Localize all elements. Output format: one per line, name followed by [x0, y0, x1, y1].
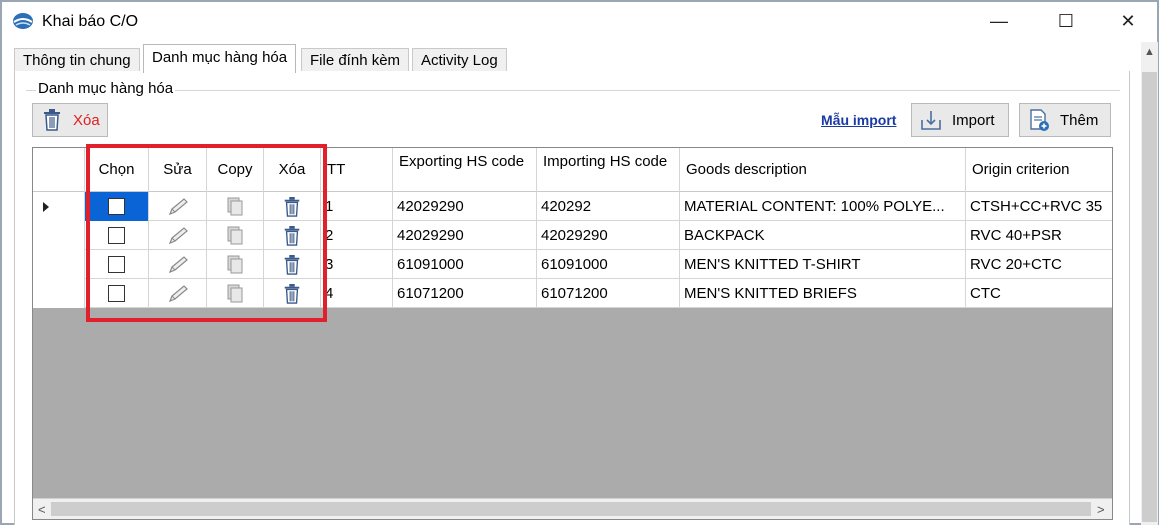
- cell-importing-hs: 42029290: [537, 221, 680, 250]
- cell-exporting-hs: 61091000: [393, 250, 537, 279]
- add-button-label: Thêm: [1060, 111, 1099, 129]
- group-legend: Danh mục hàng hóa: [36, 80, 176, 97]
- row-selector[interactable]: [33, 250, 85, 279]
- current-row-indicator: [43, 202, 49, 212]
- tab-attachments[interactable]: File đính kèm: [301, 48, 410, 72]
- cell-description: MEN'S KNITTED BRIEFS: [680, 279, 966, 308]
- header-importing-hs[interactable]: Importing HS code: [537, 148, 680, 192]
- header-exporting-hs[interactable]: Exporting HS code: [393, 148, 537, 192]
- cell-importing-hs: 61091000: [537, 250, 680, 279]
- cell-description: MATERIAL CONTENT: 100% POLYE...: [680, 192, 966, 221]
- cell-importing-hs: 61071200: [537, 279, 680, 308]
- maximize-button[interactable]: ☐: [1037, 2, 1095, 40]
- tab-goods-list[interactable]: Danh mục hàng hóa: [143, 44, 297, 73]
- cell-description: MEN'S KNITTED T-SHIRT: [680, 250, 966, 279]
- cell-no: 1: [321, 192, 393, 221]
- close-button[interactable]: ✕: [1099, 2, 1157, 40]
- title-bar: Khai báo C/O — ☐ ✕: [2, 2, 1157, 40]
- import-template-link[interactable]: Mẫu import: [821, 112, 896, 128]
- row-selector[interactable]: [33, 192, 85, 221]
- cell-origin: RVC 20+CTC: [970, 256, 1062, 273]
- scroll-up-icon[interactable]: ▲: [1144, 46, 1155, 58]
- horizontal-scroll-thumb[interactable]: [51, 502, 1091, 516]
- minimize-button[interactable]: —: [970, 2, 1028, 40]
- row-selector[interactable]: [33, 279, 85, 308]
- import-icon: [921, 111, 941, 130]
- window-title: Khai báo C/O: [42, 13, 139, 30]
- cell-origin: RVC 40+PSR: [970, 227, 1062, 244]
- cell-origin: CTC: [970, 285, 1001, 302]
- add-document-icon: [1030, 109, 1049, 131]
- cell-exporting-hs: 42029290: [393, 192, 537, 221]
- header-origin[interactable]: Origin criterion: [966, 148, 1112, 192]
- main-window: Khai báo C/O — ☐ ✕ Thông tin chung Danh …: [0, 0, 1159, 525]
- cell-exporting-hs: 61071200: [393, 279, 537, 308]
- app-globe-icon: [13, 13, 33, 29]
- scroll-right-icon[interactable]: >: [1097, 502, 1105, 517]
- header-row-selector: [33, 148, 85, 192]
- tab-activity-log[interactable]: Activity Log: [412, 48, 507, 72]
- cell-description: BACKPACK: [680, 221, 966, 250]
- cell-no: 3: [321, 250, 393, 279]
- horizontal-scrollbar[interactable]: < >: [33, 498, 1112, 519]
- cell-origin: CTSH+CC+RVC 35: [970, 198, 1103, 215]
- cell-no: 4: [321, 279, 393, 308]
- tab-general-info[interactable]: Thông tin chung: [14, 48, 140, 72]
- highlight-box: [86, 144, 327, 322]
- header-description[interactable]: Goods description: [680, 148, 966, 192]
- scroll-left-icon[interactable]: <: [38, 502, 46, 517]
- cell-no: 2: [321, 221, 393, 250]
- import-button-label: Import: [952, 111, 995, 129]
- row-selector[interactable]: [33, 221, 85, 250]
- header-no[interactable]: TT: [321, 148, 393, 192]
- vertical-scroll-thumb[interactable]: [1142, 72, 1157, 522]
- group-border: [26, 90, 1120, 91]
- import-button[interactable]: Import: [911, 103, 1009, 137]
- vertical-scrollbar[interactable]: ▲: [1141, 42, 1158, 525]
- delete-button[interactable]: Xóa: [32, 103, 108, 137]
- delete-button-label: Xóa: [73, 111, 100, 129]
- cell-exporting-hs: 42029290: [393, 221, 537, 250]
- cell-importing-hs: 420292: [537, 192, 680, 221]
- add-button[interactable]: Thêm: [1019, 103, 1111, 137]
- trash-icon: [44, 109, 60, 131]
